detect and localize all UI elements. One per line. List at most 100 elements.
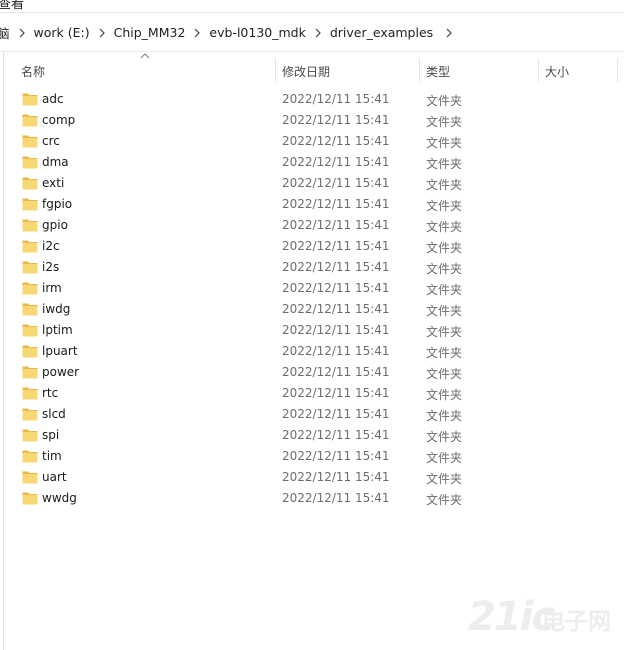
file-name: adc [42,92,64,106]
file-row[interactable]: irm 2022/12/11 15:41 文件夹 [22,278,622,299]
file-type: 文件夹 [426,115,463,129]
file-row[interactable]: power 2022/12/11 15:41 文件夹 [22,362,622,383]
file-name: iwdg [42,302,71,316]
chevron-right-icon[interactable] [14,25,30,39]
chevron-right-icon[interactable] [310,25,326,39]
breadcrumb-item-drive[interactable]: work (E:) [30,25,94,40]
folder-icon [22,366,38,379]
file-row[interactable]: wwdg 2022/12/11 15:41 文件夹 [22,488,622,509]
file-row[interactable]: adc 2022/12/11 15:41 文件夹 [22,89,622,110]
breadcrumb-item-evb-folder[interactable]: evb-l0130_mdk [205,25,309,40]
folder-icon [22,303,38,316]
file-row[interactable]: uart 2022/12/11 15:41 文件夹 [22,467,622,488]
file-row[interactable]: rtc 2022/12/11 15:41 文件夹 [22,383,622,404]
file-row[interactable]: lpuart 2022/12/11 15:41 文件夹 [22,341,622,362]
file-type: 文件夹 [426,451,463,465]
file-row[interactable]: dma 2022/12/11 15:41 文件夹 [22,152,622,173]
file-row[interactable]: exti 2022/12/11 15:41 文件夹 [22,173,622,194]
breadcrumb-item-chip-folder[interactable]: Chip_MM32 [110,25,190,40]
file-type: 文件夹 [426,220,463,234]
folder-icon [22,240,38,253]
file-modified-date: 2022/12/11 15:41 [282,155,390,169]
chevron-right-icon[interactable] [94,25,110,39]
column-header-row: 名称 修改日期 类型 大小 [0,52,624,86]
file-name: exti [42,176,65,190]
file-name: slcd [42,407,66,421]
file-type: 文件夹 [426,94,463,108]
file-type: 文件夹 [426,304,463,318]
file-modified-date: 2022/12/11 15:41 [282,323,390,337]
chevron-right-icon[interactable] [441,25,457,39]
file-row[interactable]: tim 2022/12/11 15:41 文件夹 [22,446,622,467]
file-type: 文件夹 [426,283,463,297]
file-type: 文件夹 [426,136,463,150]
watermark-number: 21ic [468,594,555,640]
column-header-type[interactable]: 类型 [426,63,450,80]
folder-icon [22,408,38,421]
file-row[interactable]: i2c 2022/12/11 15:41 文件夹 [22,236,622,257]
file-name: irm [42,281,62,295]
menu-bar-partial: 查看 [0,0,624,13]
file-row[interactable]: lptim 2022/12/11 15:41 文件夹 [22,320,622,341]
file-name: gpio [42,218,68,232]
file-name: dma [42,155,69,169]
file-name: lpuart [42,344,78,358]
file-type: 文件夹 [426,472,463,486]
folder-icon [22,135,38,148]
file-name: tim [42,449,62,463]
nav-pane-divider [3,52,4,650]
file-modified-date: 2022/12/11 15:41 [282,386,390,400]
file-type: 文件夹 [426,241,463,255]
file-name: uart [42,470,67,484]
file-name: lptim [42,323,73,337]
file-modified-date: 2022/12/11 15:41 [282,470,390,484]
file-type: 文件夹 [426,262,463,276]
file-modified-date: 2022/12/11 15:41 [282,113,390,127]
file-name: fgpio [42,197,73,211]
file-row[interactable]: spi 2022/12/11 15:41 文件夹 [22,425,622,446]
address-bar[interactable]: 脑 work (E:) Chip_MM32 evb-l0130_mdk driv… [0,13,624,52]
file-row[interactable]: slcd 2022/12/11 15:41 文件夹 [22,404,622,425]
file-type: 文件夹 [426,346,463,360]
file-type: 文件夹 [426,430,463,444]
breadcrumb-item-current-folder[interactable]: driver_examples [326,25,437,40]
column-header-size[interactable]: 大小 [545,63,569,80]
column-divider[interactable] [617,58,618,82]
file-modified-date: 2022/12/11 15:41 [282,239,390,253]
file-name: crc [42,134,60,148]
file-row[interactable]: fgpio 2022/12/11 15:41 文件夹 [22,194,622,215]
column-header-date[interactable]: 修改日期 [282,63,330,80]
file-modified-date: 2022/12/11 15:41 [282,218,390,232]
breadcrumb-item-computer[interactable]: 脑 [0,23,14,42]
file-row[interactable]: i2s 2022/12/11 15:41 文件夹 [22,257,622,278]
file-row[interactable]: crc 2022/12/11 15:41 文件夹 [22,131,622,152]
file-type: 文件夹 [426,199,463,213]
column-header-name[interactable]: 名称 [21,63,45,80]
column-divider[interactable] [538,58,539,82]
file-name: comp [42,113,76,127]
file-name: rtc [42,386,59,400]
file-type: 文件夹 [426,493,463,507]
menu-view-label[interactable]: 查看 [0,0,24,12]
file-type: 文件夹 [426,409,463,423]
watermark-logo: 21ic 电子网 [468,594,618,648]
file-row[interactable]: iwdg 2022/12/11 15:41 文件夹 [22,299,622,320]
column-divider[interactable] [275,58,276,82]
file-name: wwdg [42,491,77,505]
file-name: i2s [42,260,60,274]
file-type: 文件夹 [426,157,463,171]
breadcrumb: 脑 work (E:) Chip_MM32 evb-l0130_mdk driv… [0,13,457,51]
folder-icon [22,261,38,274]
chevron-right-icon[interactable] [189,25,205,39]
file-row[interactable]: comp 2022/12/11 15:41 文件夹 [22,110,622,131]
folder-icon [22,177,38,190]
column-divider[interactable] [419,58,420,82]
folder-icon [22,471,38,484]
file-type: 文件夹 [426,367,463,381]
file-name: spi [42,428,60,442]
file-modified-date: 2022/12/11 15:41 [282,92,390,106]
folder-icon [22,450,38,463]
file-row[interactable]: gpio 2022/12/11 15:41 文件夹 [22,215,622,236]
file-modified-date: 2022/12/11 15:41 [282,344,390,358]
file-modified-date: 2022/12/11 15:41 [282,302,390,316]
